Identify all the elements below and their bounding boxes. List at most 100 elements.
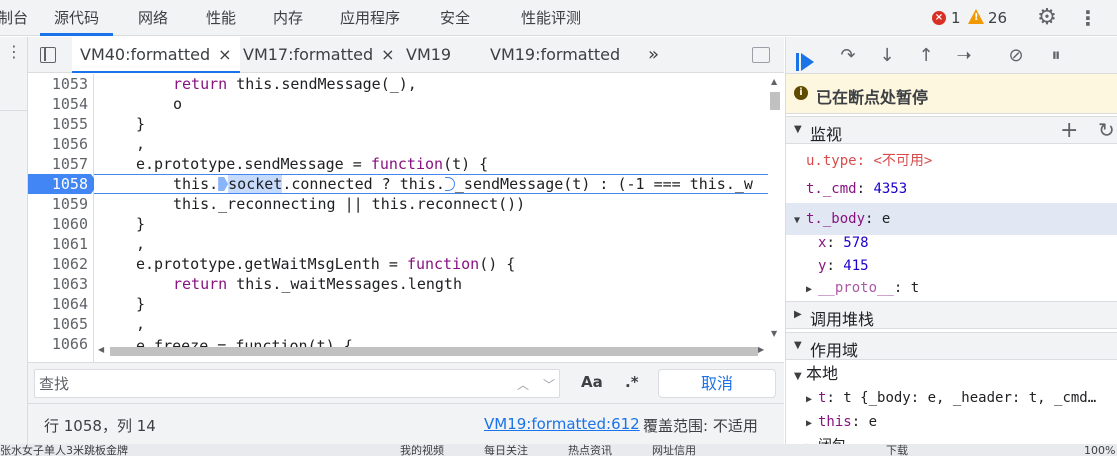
tab-sources[interactable]: 源代码 [40,0,114,36]
inline-breakpoint-icon[interactable] [444,177,455,191]
vertical-scrollbar[interactable]: ▲ ▼ [768,74,783,344]
settings-gear-icon[interactable]: ⚙ [1035,6,1059,30]
taskbar-item[interactable]: 每日关注 [484,445,528,456]
code-editor[interactable]: 1053 1054 1055 1056 1057 1058 1059 1060 … [28,74,784,362]
call-stack-section-header[interactable]: ▶ 调用堆栈 [786,301,1117,329]
scope-item[interactable]: ▶ this: e [786,410,1117,434]
property-row[interactable]: x: 578 [786,231,1117,255]
resume-button[interactable] [792,44,816,71]
line-number[interactable]: 1057 [28,154,90,174]
file-tab-vm19[interactable]: VM19 [406,37,451,73]
debugger-sidebar: ↷ ↓ ↑ ➝ ⊘ ⏸ i 已在断点处暂停 ▼ 监视 + ↻ u.type: <… [785,37,1117,444]
property-row[interactable]: ▶ __proto__: t [786,276,1117,300]
scroll-right-icon[interactable]: ▶ [758,345,764,354]
watch-item[interactable]: t._cmd: 4353 [786,177,1117,201]
search-field[interactable]: ︿ ﹀ [34,369,560,398]
paused-banner: i 已在断点处暂停 [786,74,1117,114]
tab-performance[interactable]: 性能 [206,0,236,36]
taskbar-item[interactable]: 我的视频 [400,445,444,456]
warning-count[interactable]: 26 [988,0,1007,36]
source-map-link[interactable]: VM19:formatted:612 [484,415,640,433]
error-icon[interactable]: × [932,11,946,25]
toggle-navigator-icon[interactable] [40,47,56,63]
code-line: , [136,315,146,333]
scroll-up-icon[interactable]: ▲ [771,77,777,86]
taskbar-item[interactable]: 热点资讯 [568,445,612,456]
close-icon[interactable]: × [381,45,394,64]
tab-memory[interactable]: 内存 [273,0,303,36]
cancel-button[interactable]: 取消 [658,369,776,398]
more-options-icon[interactable]: ⋮ [1078,6,1098,30]
expand-triangle-icon[interactable]: ▶ [806,436,818,444]
more-tabs-icon[interactable]: » [648,37,659,73]
expand-triangle-icon[interactable]: ▶ [806,388,818,412]
property-row[interactable]: y: 415 [786,254,1117,278]
line-number[interactable]: 1066 [28,334,90,354]
refresh-icon[interactable]: ↻ [1098,118,1115,142]
horizontal-scrollbar[interactable]: ◀ ▶ [94,344,768,358]
taskbar-item[interactable]: 网址信用 [652,445,696,456]
tab-security[interactable]: 安全 [440,0,470,36]
search-prev-icon[interactable]: ︿ [517,376,529,393]
pause-on-exceptions-icon[interactable]: ⏸ [1044,44,1068,68]
add-watch-icon[interactable]: + [1060,118,1078,143]
code-line: return this.sendMessage(_), [173,74,417,94]
line-number[interactable]: 1054 [28,94,90,114]
zoom-level[interactable]: 100% [1084,445,1115,456]
keyword: return [173,75,228,93]
close-icon[interactable]: × [218,45,231,64]
step-over-icon[interactable]: ↷ [836,44,860,68]
line-number-gutter[interactable]: 1053 1054 1055 1056 1057 1058 1059 1060 … [28,74,98,362]
scope-local-header[interactable]: ▼ 本地 [786,362,1117,386]
scope-section-header[interactable]: ▼ 作用域 [786,332,1117,360]
deactivate-breakpoints-icon[interactable]: ⊘ [1004,44,1028,68]
line-number[interactable]: 1061 [28,234,90,254]
tab-console[interactable]: 制台 [0,0,28,36]
scope-item[interactable]: ▶ t: t {_body: e, _header: t, _cmd… [786,386,1117,410]
step-out-icon[interactable]: ↑ [914,44,938,68]
taskbar-item[interactable]: 下载 [886,445,908,456]
line-number[interactable]: 1062 [28,254,90,274]
line-number[interactable]: 1060 [28,214,90,234]
scroll-left-icon[interactable]: ◀ [98,345,104,354]
scroll-down-icon[interactable]: ▼ [771,329,777,338]
search-input[interactable] [35,370,495,397]
line-number[interactable]: 1059 [28,194,90,214]
step-icon[interactable]: ➝ [952,44,976,68]
line-number[interactable]: 1055 [28,114,90,134]
watch-sep: : [826,390,844,406]
inline-breakpoint-active-icon[interactable] [218,177,229,191]
breakpoint-line-number[interactable]: 1058 [28,174,98,194]
error-count[interactable]: 1 [951,0,961,36]
navigator-menu-icon[interactable]: ⋮ [6,42,22,61]
file-tab-vm19-formatted[interactable]: VM19:formatted [490,37,620,73]
line-number[interactable]: 1053 [28,74,90,94]
expand-triangle-icon[interactable]: ▶ [806,412,818,436]
news-ticker[interactable]: 张水女子单人3米跳板金牌 [0,445,128,456]
match-case-button[interactable]: Aa [581,373,603,391]
tab-network[interactable]: 网络 [138,0,168,36]
line-number[interactable]: 1064 [28,294,90,314]
regex-button[interactable]: .* [625,373,639,391]
toggle-debugger-icon[interactable] [752,47,770,63]
paused-message: 已在断点处暂停 [816,88,929,107]
scrollbar-thumb[interactable] [770,92,780,110]
watch-section-header[interactable]: ▼ 监视 + ↻ [786,116,1117,144]
step-into-icon[interactable]: ↓ [875,44,899,68]
scrollbar-thumb[interactable] [110,347,758,356]
scope-closure-partial[interactable]: ▶闭包 [786,434,1117,444]
file-tab-vm17-formatted[interactable]: VM17:formatted × [243,37,395,73]
code-line: } [136,215,146,233]
warning-icon[interactable]: ! [968,9,984,24]
line-number[interactable]: 1056 [28,134,90,154]
tab-application[interactable]: 应用程序 [340,0,400,36]
expand-triangle-icon[interactable]: ▶ [806,278,818,302]
line-number[interactable]: 1063 [28,274,90,294]
watch-item[interactable]: u.type: <不可用> [786,149,1117,173]
expand-triangle-icon: ▶ [794,309,802,320]
tab-lighthouse[interactable]: 性能评测 [521,0,581,36]
search-next-icon[interactable]: ﹀ [543,376,555,393]
line-number[interactable]: 1065 [28,314,90,334]
file-tab-vm40-formatted[interactable]: VM40:formatted × [72,37,240,73]
keyword: function [406,255,480,273]
